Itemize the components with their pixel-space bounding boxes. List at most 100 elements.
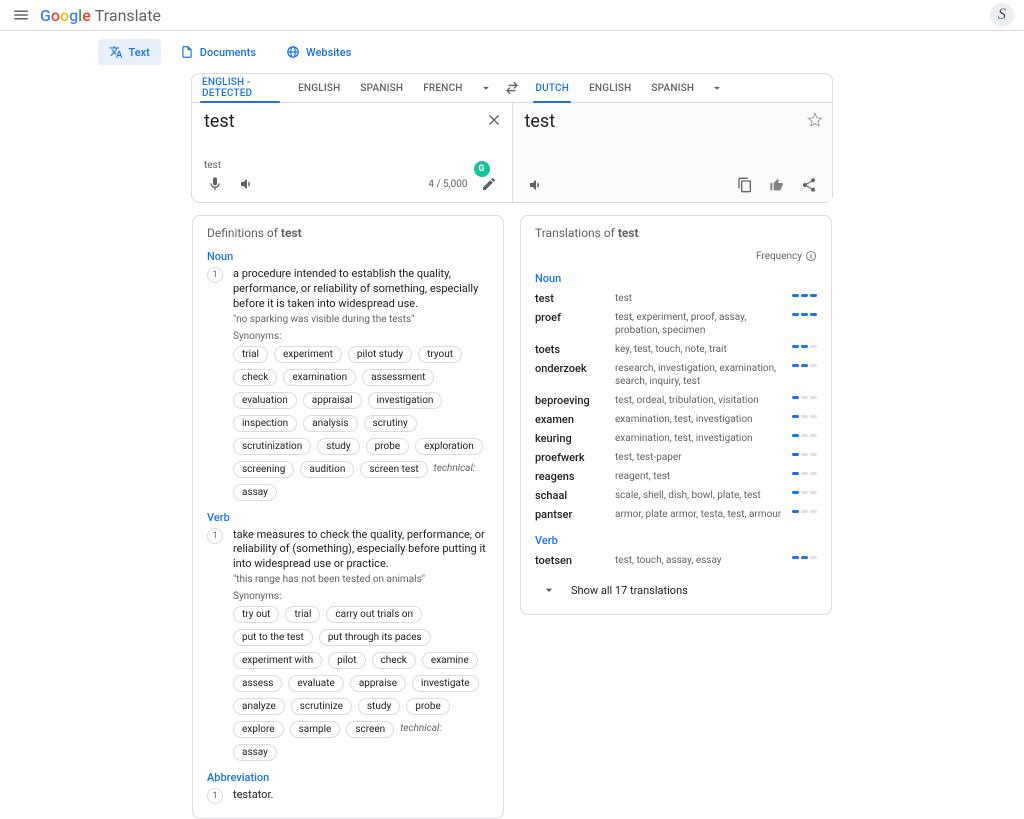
synonym-chip[interactable]: investigate [412, 675, 479, 692]
translation-row[interactable]: proefwerktest, test-paper [535, 448, 817, 467]
definition-index: 1 [207, 788, 223, 804]
synonym-chip[interactable]: tryout [418, 346, 462, 363]
translation-row[interactable]: proeftest, experiment, proof, assay, pro… [535, 308, 817, 340]
synonym-chip[interactable]: trial [285, 606, 320, 623]
tab-documents[interactable]: Documents [169, 39, 267, 65]
synonym-chip[interactable]: trial [233, 346, 268, 363]
synonym-chip[interactable]: appraise [350, 675, 406, 692]
source-input[interactable]: test [204, 111, 500, 132]
synonym-chip[interactable]: analyze [233, 698, 285, 715]
synonym-chip[interactable]: exploration [415, 438, 483, 455]
synonym-chip[interactable]: scrutiny [364, 415, 417, 432]
synonym-chip[interactable]: analysis [303, 415, 357, 432]
swap-languages-button[interactable] [500, 76, 524, 100]
synonym-chip[interactable]: examination [283, 369, 356, 386]
source-lang-french[interactable]: FRENCH [413, 74, 472, 102]
source-lang-english[interactable]: ENGLISH [288, 74, 350, 102]
listen-source-icon[interactable] [236, 173, 258, 195]
synonym-chip[interactable]: experiment [274, 346, 342, 363]
google-logo: Google [40, 6, 91, 25]
synonym-chip[interactable]: check [372, 652, 416, 669]
translation-word: toets [535, 343, 607, 356]
info-icon[interactable] [805, 250, 817, 262]
definition-text: a procedure intended to establish the qu… [233, 267, 489, 312]
brand[interactable]: Google Translate [40, 6, 161, 25]
synonym-chip[interactable]: sample [290, 721, 341, 738]
target-lang-spanish[interactable]: SPANISH [641, 74, 704, 102]
share-icon[interactable] [798, 174, 820, 196]
frequency-bars [792, 489, 817, 494]
synonym-chip[interactable]: evaluation [233, 392, 297, 409]
synonym-chip[interactable]: probe [406, 698, 450, 715]
translation-row[interactable]: testtest [535, 289, 817, 308]
synonym-chip[interactable]: assay [233, 484, 277, 501]
translations-panel: Translations of test Frequency Nountestt… [520, 215, 832, 615]
translation-row[interactable]: examenexamination, test, investigation [535, 410, 817, 429]
synonym-chip[interactable]: evaluate [288, 675, 343, 692]
frequency-bars [792, 343, 817, 348]
source-lang-spanish[interactable]: SPANISH [350, 74, 413, 102]
synonym-chip[interactable]: put through its paces [319, 629, 431, 646]
translation-row[interactable]: pantserarmor, plate armor, testa, test, … [535, 505, 817, 524]
avatar[interactable]: S [990, 3, 1014, 27]
synonym-chip[interactable]: assess [233, 675, 282, 692]
synonym-chip[interactable]: inspection [233, 415, 297, 432]
translation-meanings: test [615, 292, 784, 305]
translation-row[interactable]: toetskey, test, touch, note, trait [535, 340, 817, 359]
synonym-chip[interactable]: assessment [362, 369, 434, 386]
frequency-bars [792, 311, 817, 316]
synonym-chip[interactable]: screen test [360, 461, 427, 478]
synonym-chip[interactable]: pilot [328, 652, 365, 669]
synonym-chip[interactable]: put to the test [233, 629, 313, 646]
copy-icon[interactable] [734, 174, 756, 196]
synonym-chip[interactable]: examine [422, 652, 478, 669]
synonym-chip[interactable]: probe [366, 438, 410, 455]
menu-icon[interactable] [10, 4, 32, 26]
source-lang-more[interactable] [473, 81, 499, 95]
target-pane: test [513, 103, 833, 202]
apps-grid-icon[interactable] [958, 6, 976, 24]
translation-meanings: test, test-paper [615, 451, 784, 464]
synonym-chip[interactable]: study [358, 698, 400, 715]
mic-icon[interactable] [204, 173, 226, 195]
synonym-chip[interactable]: audition [300, 461, 354, 478]
translation-row[interactable]: reagensreagent, test [535, 467, 817, 486]
synonym-chip[interactable]: explore [233, 721, 284, 738]
synonym-chip[interactable]: experiment with [233, 652, 322, 669]
synonym-chip[interactable]: study [317, 438, 359, 455]
translation-row[interactable]: beproevingtest, ordeal, tribulation, vis… [535, 391, 817, 410]
definition-index: 1 [207, 267, 223, 283]
target-lang-english[interactable]: ENGLISH [579, 74, 641, 102]
show-all-translations[interactable]: Show all 17 translations [535, 576, 817, 604]
listen-target-icon[interactable] [525, 174, 547, 196]
save-translation-star-icon[interactable] [804, 109, 826, 131]
source-token: test [204, 160, 500, 171]
translation-row[interactable]: keuringexamination, test, investigation [535, 429, 817, 448]
translation-meanings: armor, plate armor, testa, test, armour [615, 508, 784, 521]
synonym-chip[interactable]: scrutinization [233, 438, 311, 455]
translation-row[interactable]: onderzoekresearch, investigation, examin… [535, 359, 817, 391]
synonym-chip[interactable]: screening [233, 461, 294, 478]
synonym-chip[interactable]: screen [346, 721, 394, 738]
grammarly-badge-icon[interactable]: G [474, 161, 490, 177]
source-pane: test G test 4 / 5,000 [192, 103, 513, 202]
target-lang-more[interactable] [704, 81, 730, 95]
tab-text[interactable]: Text [98, 39, 161, 65]
rate-translation-icon[interactable] [766, 174, 788, 196]
translation-row[interactable]: schaalscale, shell, dish, bowl, plate, t… [535, 486, 817, 505]
target-lang-dutch[interactable]: DUTCH [525, 74, 579, 102]
translation-word: reagens [535, 470, 607, 483]
tab-websites[interactable]: Websites [275, 39, 362, 65]
frequency-bars [792, 451, 817, 456]
synonym-chip[interactable]: assay [233, 744, 277, 761]
source-lang-english-detected[interactable]: ENGLISH - DETECTED [192, 74, 288, 102]
clear-source-button[interactable] [484, 109, 506, 131]
synonym-chip[interactable]: appraisal [303, 392, 362, 409]
synonym-chip[interactable]: pilot study [348, 346, 412, 363]
synonym-chip[interactable]: carry out trials on [326, 606, 422, 623]
synonym-chip[interactable]: try out [233, 606, 279, 623]
synonym-chip[interactable]: check [233, 369, 277, 386]
synonym-chip[interactable]: investigation [368, 392, 443, 409]
synonym-chip[interactable]: scrutinize [291, 698, 352, 715]
translation-row[interactable]: toetsentest, touch, assay, essay [535, 551, 817, 570]
